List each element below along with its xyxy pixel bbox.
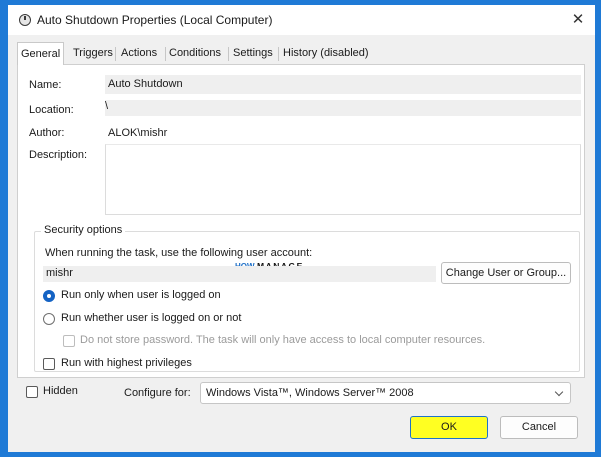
- highest-privileges-checkbox[interactable]: [43, 358, 55, 370]
- radio-run-whether-label[interactable]: Run whether user is logged on or not: [61, 312, 241, 324]
- tab-separator: [278, 47, 279, 61]
- tab-separator: [228, 47, 229, 61]
- tab-general[interactable]: General: [17, 42, 65, 65]
- name-field[interactable]: Auto Shutdown: [105, 75, 581, 94]
- ok-button[interactable]: OK: [410, 416, 488, 439]
- description-label: Description:: [29, 149, 88, 161]
- no-store-password-checkbox[interactable]: [63, 335, 75, 347]
- hidden-label[interactable]: Hidden: [43, 385, 78, 397]
- location-label: Location:: [29, 104, 74, 116]
- general-panel: Name: Auto Shutdown Location: \ Author: …: [17, 64, 585, 378]
- user-account-field: mishr: [43, 266, 436, 282]
- tab-settings[interactable]: Settings: [230, 44, 276, 64]
- tab-actions[interactable]: Actions: [118, 44, 160, 64]
- window-title: Auto Shutdown Properties (Local Computer…: [37, 13, 273, 27]
- name-value: Auto Shutdown: [108, 78, 183, 90]
- cancel-button[interactable]: Cancel: [500, 416, 578, 439]
- location-value: \: [105, 100, 109, 112]
- hidden-checkbox[interactable]: [26, 386, 38, 398]
- configure-for-label: Configure for:: [124, 387, 191, 399]
- radio-run-logged-on-label[interactable]: Run only when user is logged on: [61, 289, 221, 301]
- configure-for-select[interactable]: Windows Vista™, Windows Server™ 2008: [200, 382, 571, 404]
- name-label: Name:: [29, 79, 62, 91]
- tab-conditions[interactable]: Conditions: [166, 44, 224, 64]
- description-textarea[interactable]: [105, 144, 581, 215]
- configure-for-value: Windows Vista™, Windows Server™ 2008: [206, 387, 414, 399]
- highest-privileges-label[interactable]: Run with highest privileges: [61, 357, 192, 369]
- author-label: Author:: [29, 127, 65, 139]
- change-user-group-button[interactable]: Change User or Group...: [441, 262, 571, 284]
- radio-run-whether[interactable]: [43, 313, 55, 325]
- chevron-down-icon: [554, 387, 564, 397]
- tab-history[interactable]: History (disabled): [280, 44, 372, 64]
- close-icon[interactable]: ✕: [567, 9, 589, 31]
- tab-separator: [115, 47, 116, 61]
- no-store-password-label: Do not store password. The task will onl…: [80, 334, 486, 346]
- clock-icon: [19, 14, 31, 26]
- tab-triggers[interactable]: Triggers: [70, 44, 116, 64]
- title-bar: Auto Shutdown Properties (Local Computer…: [8, 5, 595, 35]
- security-options-title: Security options: [41, 224, 126, 236]
- author-value: ALOK\mishr: [108, 127, 168, 139]
- location-field: \: [105, 100, 581, 116]
- user-account-value: mishr: [46, 267, 73, 279]
- properties-dialog: Auto Shutdown Properties (Local Computer…: [8, 5, 595, 452]
- radio-run-logged-on[interactable]: [43, 290, 55, 302]
- account-prompt: When running the task, use the following…: [45, 247, 313, 259]
